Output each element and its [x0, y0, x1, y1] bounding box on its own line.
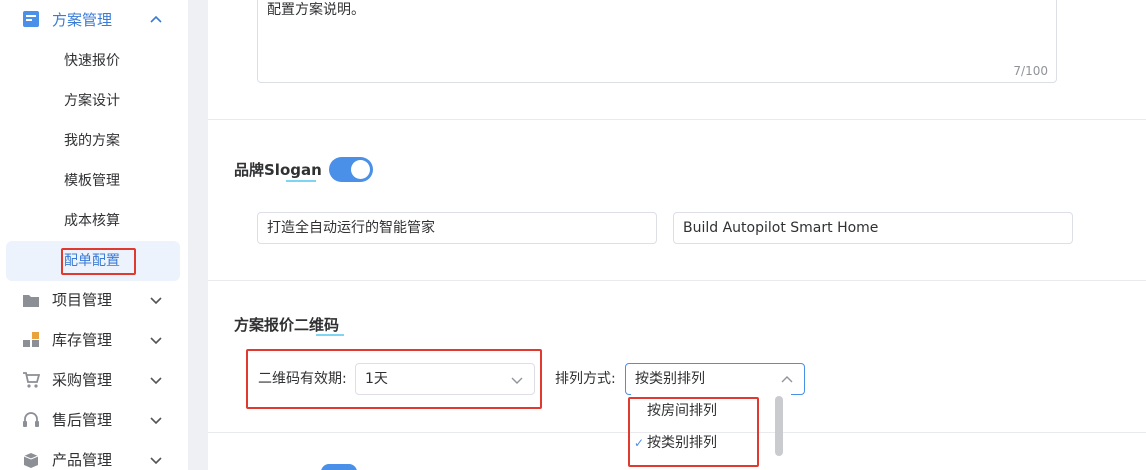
- sidebar-item-templates[interactable]: 模板管理: [64, 171, 120, 191]
- box-icon: [23, 453, 39, 468]
- sidebar-item-plan-design[interactable]: 方案设计: [64, 91, 120, 111]
- sidebar-group-inventory[interactable]: 库存管理: [0, 320, 188, 360]
- sort-dropdown: 按房间排列 ✓ 按类别排列: [631, 394, 791, 460]
- document-icon: [23, 11, 39, 27]
- sidebar-group-label: 采购管理: [52, 371, 113, 389]
- next-section-toggle[interactable]: [321, 464, 357, 470]
- sidebar-group-label: 方案管理: [52, 11, 113, 29]
- sidebar-item-cost[interactable]: 成本核算: [64, 211, 120, 231]
- sort-option-category[interactable]: 按类别排列: [647, 433, 717, 453]
- chevron-up-icon[interactable]: [148, 12, 164, 28]
- title-underline: [286, 180, 316, 182]
- headset-icon: [23, 412, 39, 427]
- chevron-up-icon: [781, 376, 793, 383]
- sidebar-group-label: 售后管理: [52, 411, 113, 429]
- slogan-title-text: 品牌Slogan: [234, 161, 322, 179]
- sidebar: 方案管理 快速报价 方案设计 我的方案 模板管理 成本核算 配单配置 项目管理 …: [0, 0, 188, 470]
- folder-icon: [23, 295, 39, 307]
- slogan-cn-input[interactable]: 打造全自动运行的智能管家: [257, 212, 657, 244]
- chevron-down-icon[interactable]: [148, 372, 164, 388]
- sidebar-group-product[interactable]: 产品管理: [0, 440, 188, 470]
- sidebar-item-order-config[interactable]: 配单配置: [64, 251, 120, 271]
- check-icon: ✓: [634, 436, 645, 450]
- section-divider: [208, 432, 1146, 433]
- section-divider: [208, 119, 1146, 120]
- slogan-toggle[interactable]: [329, 157, 373, 182]
- sort-select[interactable]: 按类别排列: [625, 363, 805, 395]
- chevron-down-icon[interactable]: [148, 452, 164, 468]
- slogan-en-input[interactable]: Build Autopilot Smart Home: [673, 212, 1073, 244]
- sidebar-group-purchase[interactable]: 采购管理: [0, 360, 188, 400]
- validity-label: 二维码有效期:: [258, 371, 347, 387]
- sidebar-group-label: 产品管理: [52, 451, 113, 469]
- section-divider: [208, 280, 1146, 281]
- sidebar-group-project[interactable]: 项目管理: [0, 280, 188, 320]
- toggle-knob: [351, 160, 370, 179]
- sidebar-group-plan[interactable]: 方案管理: [0, 0, 188, 40]
- blocks-icon: [23, 332, 39, 347]
- qrcode-title-text: 方案报价二维码: [234, 316, 340, 334]
- chevron-down-icon[interactable]: [148, 412, 164, 428]
- dropdown-scrollbar[interactable]: [775, 396, 783, 456]
- sort-option-room[interactable]: 按房间排列: [647, 401, 717, 421]
- char-count: 7/100: [1013, 64, 1048, 78]
- chevron-down-icon[interactable]: [148, 292, 164, 308]
- validity-select[interactable]: 1天: [355, 363, 535, 395]
- sort-value: 按类别排列: [635, 371, 705, 387]
- sort-label: 排列方式:: [555, 371, 616, 387]
- cart-icon: [23, 372, 40, 388]
- sidebar-group-label: 项目管理: [52, 291, 113, 309]
- sidebar-item-my-plans[interactable]: 我的方案: [64, 131, 120, 151]
- description-textarea[interactable]: 配置方案说明。 7/100: [257, 0, 1057, 83]
- main-content: 配置方案说明。 7/100 品牌Slogan 打造全自动运行的智能管家 Buil…: [208, 0, 1146, 470]
- title-underline: [316, 334, 344, 336]
- chevron-down-icon[interactable]: [148, 332, 164, 348]
- validity-value: 1天: [365, 371, 388, 387]
- slogan-section-title: 品牌Slogan: [234, 160, 322, 182]
- sidebar-group-aftersale[interactable]: 售后管理: [0, 400, 188, 440]
- description-value: 配置方案说明。: [267, 2, 365, 18]
- sidebar-group-label: 库存管理: [52, 331, 113, 349]
- qrcode-section-title: 方案报价二维码: [234, 315, 344, 336]
- sidebar-item-quick-quote[interactable]: 快速报价: [64, 51, 120, 71]
- chevron-down-icon: [511, 377, 523, 384]
